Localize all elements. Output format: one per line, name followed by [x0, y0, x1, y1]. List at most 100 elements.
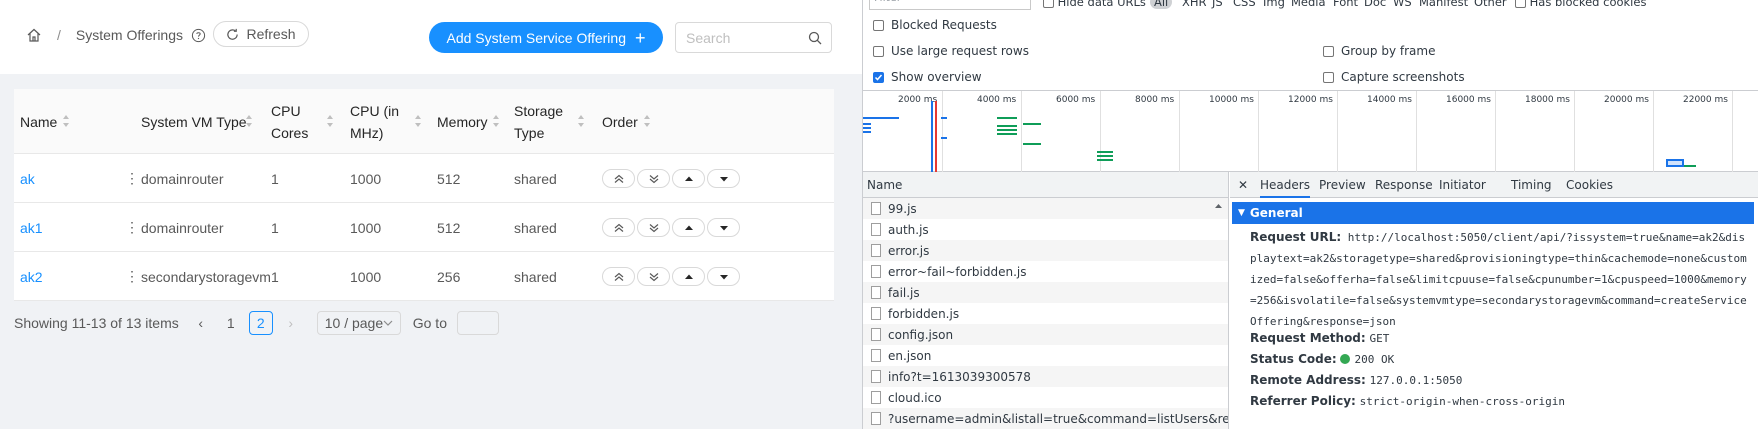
sort-icon[interactable] [414, 114, 422, 128]
move-top-button[interactable] [602, 218, 635, 237]
search-input[interactable] [686, 29, 796, 47]
checkbox[interactable] [1043, 0, 1054, 8]
filter-js[interactable]: JS [1212, 0, 1223, 9]
timeline-label: 12000 ms [1288, 95, 1333, 105]
filter-all[interactable]: All [1150, 0, 1173, 9]
request-row[interactable]: info?t=1613039300578 [863, 366, 1228, 387]
offering-name-link[interactable]: ak [20, 154, 35, 203]
checkbox[interactable] [1323, 45, 1334, 57]
tab-headers[interactable]: Headers [1260, 178, 1310, 198]
prev-page-icon[interactable]: ‹ [189, 311, 213, 335]
filter-media[interactable]: Media [1291, 0, 1326, 9]
search-icon[interactable] [808, 31, 822, 45]
request-row[interactable]: en.json [863, 345, 1228, 366]
more-actions-icon[interactable]: ⋮ [125, 220, 139, 234]
has-blocked-cookies-filter[interactable]: Has blocked cookies [1515, 0, 1646, 9]
sort-icon[interactable] [643, 114, 651, 128]
timeline-overview[interactable]: 2000 ms 4000 ms 6000 ms 8000 ms 10000 ms… [863, 90, 1758, 173]
sort-icon[interactable] [492, 114, 500, 128]
table-row[interactable]: ak ⋮ domainrouter 1 1000 512 shared [14, 154, 834, 203]
request-row[interactable]: error~fail~forbidden.js [863, 261, 1228, 282]
request-row[interactable]: ?username=admin&listall=true&command=lis… [863, 408, 1228, 429]
column-memory[interactable]: Memory [437, 89, 488, 154]
goto-input[interactable] [456, 311, 499, 335]
group-by-frame-option[interactable]: Group by frame [1323, 44, 1435, 58]
column-cpu-cores[interactable]: CPU Cores [271, 89, 308, 154]
large-rows-option[interactable]: Use large request rows [873, 44, 1029, 58]
sort-icon[interactable] [577, 114, 585, 128]
filter-xhr[interactable]: XHR [1182, 0, 1207, 9]
tab-initiator[interactable]: Initiator [1439, 178, 1486, 192]
sort-icon[interactable] [62, 114, 70, 128]
close-icon[interactable]: ✕ [1238, 178, 1248, 192]
show-overview-option[interactable]: Show overview [873, 70, 982, 84]
filter-font[interactable]: Font [1333, 0, 1358, 9]
refresh-button[interactable]: Refresh [213, 21, 309, 47]
column-vm-type[interactable]: System VM Type [141, 89, 247, 154]
checkbox-checked[interactable] [873, 71, 884, 83]
filter-manifest[interactable]: Manifest [1419, 0, 1468, 9]
capture-screenshots-option[interactable]: Capture screenshots [1323, 70, 1465, 84]
general-section-header[interactable]: ▼ General [1232, 202, 1754, 224]
request-row[interactable]: error.js [863, 240, 1228, 261]
more-actions-icon[interactable]: ⋮ [125, 171, 139, 185]
question-icon[interactable] [191, 28, 206, 43]
tab-timing[interactable]: Timing [1511, 178, 1552, 192]
filter-img[interactable]: Img [1263, 0, 1285, 9]
column-name[interactable]: Name [20, 89, 57, 154]
move-bottom-button[interactable] [637, 267, 670, 286]
filter-ws[interactable]: WS [1393, 0, 1412, 9]
more-actions-icon[interactable]: ⋮ [125, 269, 139, 283]
page-2-button[interactable]: 2 [248, 311, 273, 335]
scrollbar[interactable] [1213, 202, 1224, 429]
move-down-button[interactable] [707, 169, 740, 188]
request-row[interactable]: cloud.ico [863, 387, 1228, 408]
tab-cookies[interactable]: Cookies [1566, 178, 1613, 192]
sort-icon[interactable] [326, 114, 334, 128]
request-row[interactable]: config.json [863, 324, 1228, 345]
tab-response[interactable]: Response [1375, 178, 1433, 192]
search-box[interactable] [675, 22, 832, 53]
next-page-icon[interactable]: › [279, 311, 303, 335]
page-size-select[interactable]: 10 / page [316, 311, 401, 335]
caret-up-icon [684, 274, 693, 279]
column-cpu-mhz[interactable]: CPU (in MHz) [350, 89, 399, 154]
move-up-button[interactable] [672, 218, 705, 237]
column-order: Order [602, 113, 638, 130]
checkbox[interactable] [1323, 71, 1334, 83]
offerings-table: Name System VM Type CPU Cores CPU (in MHz)… [14, 89, 834, 301]
hide-data-urls-filter[interactable]: Hide data URLs [1043, 0, 1146, 9]
request-row[interactable]: auth.js [863, 219, 1228, 240]
offering-name-link[interactable]: ak2 [20, 252, 43, 301]
table-row[interactable]: ak1 ⋮ domainrouter 1 1000 512 shared [14, 203, 834, 252]
move-bottom-button[interactable] [637, 218, 670, 237]
filter-css[interactable]: CSS [1233, 0, 1256, 9]
filter-input[interactable]: Filter [869, 0, 1031, 10]
column-storage-type[interactable]: Storage Type [514, 89, 563, 154]
table-row[interactable]: ak2 ⋮ secondarystoragevm 1 1000 256 shar… [14, 252, 834, 301]
add-system-service-offering-button[interactable]: Add System Service Offering + [429, 22, 663, 53]
checkbox[interactable] [873, 19, 884, 31]
move-top-button[interactable] [602, 267, 635, 286]
blocked-requests-option[interactable]: Blocked Requests [873, 18, 997, 32]
move-bottom-button[interactable] [637, 169, 670, 188]
move-down-button[interactable] [707, 218, 740, 237]
checkbox[interactable] [1515, 0, 1526, 8]
request-row[interactable]: forbidden.js [863, 303, 1228, 324]
request-row[interactable]: fail.js [863, 282, 1228, 303]
home-icon[interactable] [26, 27, 42, 43]
sort-icon[interactable] [245, 114, 253, 128]
name-column-header[interactable]: Name [863, 172, 1228, 198]
move-top-button[interactable] [602, 169, 635, 188]
filter-doc[interactable]: Doc [1364, 0, 1386, 9]
move-up-button[interactable] [672, 169, 705, 188]
page-1-button[interactable]: 1 [219, 311, 243, 335]
request-row[interactable]: 99.js [863, 198, 1228, 219]
checkbox[interactable] [873, 45, 884, 57]
tab-preview[interactable]: Preview [1319, 178, 1366, 192]
request-url-label: Request URL: [1250, 230, 1342, 244]
move-down-button[interactable] [707, 267, 740, 286]
offering-name-link[interactable]: ak1 [20, 203, 43, 252]
move-up-button[interactable] [672, 267, 705, 286]
filter-other[interactable]: Other [1474, 0, 1507, 9]
